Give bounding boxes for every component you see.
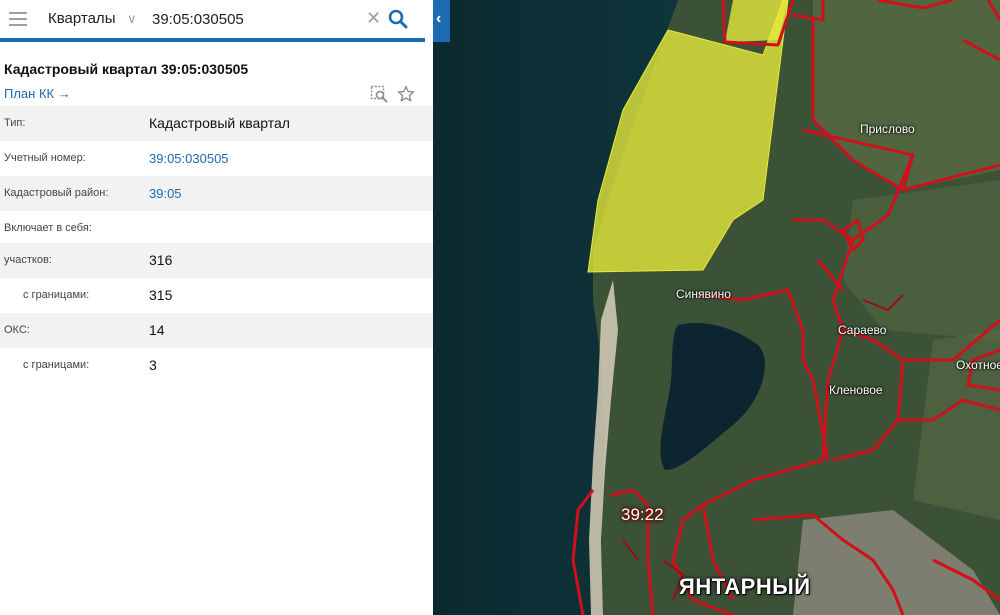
row-number-key: Учетный номер: (4, 152, 86, 164)
row-parcels-bounded-key: с границами: (23, 289, 90, 301)
row-district-key: Кадастровый район: (4, 187, 109, 199)
map-view[interactable]: Прислово Синявино Сараево Охотное Кленов… (433, 0, 1000, 615)
search-icon[interactable] (388, 9, 408, 29)
row-number-value-link[interactable]: 39:05:030505 (149, 151, 229, 166)
plan-kk-link[interactable]: План КК → (4, 86, 71, 101)
row-type: Тип: Кадастровый квартал (0, 106, 433, 141)
row-parcels-key: участков: (4, 254, 52, 266)
row-includes-key: Включает в себя: (4, 222, 92, 234)
search-bar: Кварталы ∨ ✕ (0, 0, 425, 42)
chevron-left-icon: ‹ (436, 10, 442, 27)
row-district: Кадастровый район: 39:05 (0, 176, 433, 211)
row-includes: Включает в себя: (0, 211, 433, 243)
map-label-town: ЯНТАРНЫЙ (679, 574, 811, 599)
row-oks-bounded: с границами: 3 (0, 348, 433, 383)
selected-quarter-highlight-top[interactable] (725, 0, 788, 42)
row-parcels-value: 316 (149, 252, 173, 268)
row-parcels-bounded-value: 315 (149, 287, 173, 303)
collapse-panel-button[interactable]: ‹ (433, 0, 450, 42)
map-label-okhotnoe: Охотное (956, 358, 1000, 372)
row-oks: ОКС: 14 (0, 313, 433, 348)
search-input[interactable] (147, 7, 367, 31)
hamburger-menu-icon[interactable] (9, 12, 27, 26)
map-label-klenovoe: Кленовое (829, 383, 883, 397)
search-type-select[interactable]: Кварталы (48, 10, 115, 27)
info-panel: Кварталы ∨ ✕ Кадастровый квартал 39:05:0… (0, 0, 433, 615)
card-title: Кадастровый квартал 39:05:030505 (4, 61, 249, 77)
map-label-district: 39:22 (621, 505, 664, 524)
row-oks-value: 14 (149, 322, 165, 338)
map-label-sinyavino: Синявино (676, 287, 731, 301)
row-type-value: Кадастровый квартал (149, 115, 290, 131)
map-label-saraevo: Сараево (838, 323, 887, 337)
row-oks-bounded-value: 3 (149, 357, 157, 373)
map-label-prislovo: Прислово (860, 122, 915, 136)
row-number: Учетный номер: 39:05:030505 (0, 141, 433, 176)
row-parcels: участков: 316 (0, 243, 433, 278)
favorite-star-icon[interactable] (397, 85, 415, 103)
row-oks-bounded-key: с границами: (23, 359, 90, 371)
satellite-map[interactable] (433, 0, 1000, 615)
row-district-value-link[interactable]: 39:05 (149, 186, 182, 201)
zoom-to-object-icon[interactable] (370, 85, 388, 103)
row-oks-key: ОКС: (4, 324, 30, 336)
clear-icon[interactable]: ✕ (366, 7, 381, 29)
row-type-key: Тип: (4, 117, 26, 129)
row-parcels-bounded: с границами: 315 (0, 278, 433, 313)
chevron-down-icon[interactable]: ∨ (127, 11, 137, 27)
